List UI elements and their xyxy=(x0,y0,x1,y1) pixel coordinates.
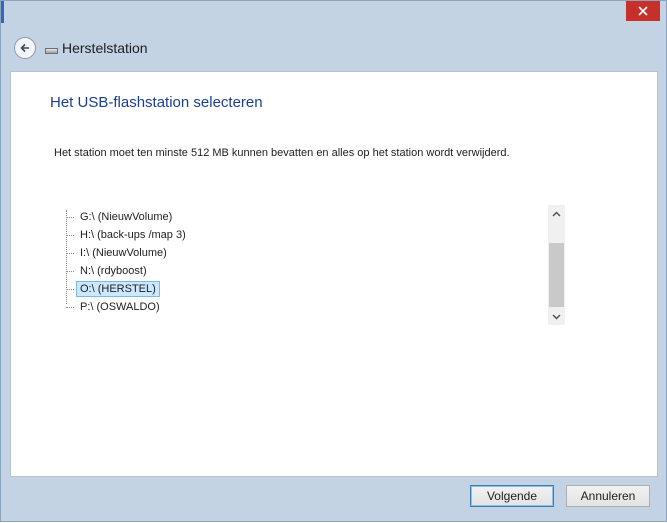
drive-item-o[interactable]: O:\ (HERSTEL) xyxy=(66,280,160,298)
close-icon xyxy=(638,6,648,16)
scroll-up-button[interactable] xyxy=(548,205,565,222)
window-title: Herstelstation xyxy=(62,40,148,56)
drive-tree: G:\ (NieuwVolume) H:\ (back-ups /map 3) … xyxy=(64,208,564,326)
scroll-down-button[interactable] xyxy=(548,308,565,325)
wizard-content: Het USB-flashstation selecteren Het stat… xyxy=(10,71,658,477)
drive-item-h[interactable]: H:\ (back-ups /map 3) xyxy=(66,226,190,244)
drive-label: O:\ (HERSTEL) xyxy=(76,281,160,297)
drive-list-scrollbar[interactable] xyxy=(548,205,565,325)
drive-item-g[interactable]: G:\ (NieuwVolume) xyxy=(66,208,176,226)
back-button[interactable] xyxy=(14,37,36,59)
drive-icon xyxy=(45,47,58,54)
drive-label: G:\ (NieuwVolume) xyxy=(80,211,173,223)
recovery-drive-window: Herstelstation Het USB-flashstation sele… xyxy=(0,0,667,522)
tree-branch xyxy=(66,270,74,272)
drive-label: I:\ (NieuwVolume) xyxy=(80,247,167,259)
next-button[interactable]: Volgende xyxy=(470,485,554,507)
chevron-down-icon xyxy=(552,314,561,319)
drive-item-n[interactable]: N:\ (rdyboost) xyxy=(66,262,151,280)
desktop-edge xyxy=(1,1,4,23)
tree-branch xyxy=(66,216,74,218)
chevron-up-icon xyxy=(552,211,561,216)
drive-item-i[interactable]: I:\ (NieuwVolume) xyxy=(66,244,171,262)
tree-branch xyxy=(66,306,74,308)
drive-label: H:\ (back-ups /map 3) xyxy=(80,229,186,241)
close-button[interactable] xyxy=(626,1,660,21)
drive-item-p[interactable]: P:\ (OSWALDO) xyxy=(66,298,164,316)
window-header: Herstelstation xyxy=(1,25,666,71)
drive-label: N:\ (rdyboost) xyxy=(80,265,147,277)
scroll-thumb[interactable] xyxy=(549,243,564,307)
drive-label: P:\ (OSWALDO) xyxy=(80,301,160,313)
cancel-button[interactable]: Annuleren xyxy=(566,485,650,507)
wizard-footer: Volgende Annuleren xyxy=(1,477,666,523)
tree-branch xyxy=(66,252,74,254)
tree-branch xyxy=(66,234,74,236)
page-heading: Het USB-flashstation selecteren xyxy=(50,94,263,111)
tree-branch xyxy=(66,288,74,290)
back-arrow-icon xyxy=(20,43,29,53)
page-description: Het station moet ten minste 512 MB kunne… xyxy=(54,147,510,159)
